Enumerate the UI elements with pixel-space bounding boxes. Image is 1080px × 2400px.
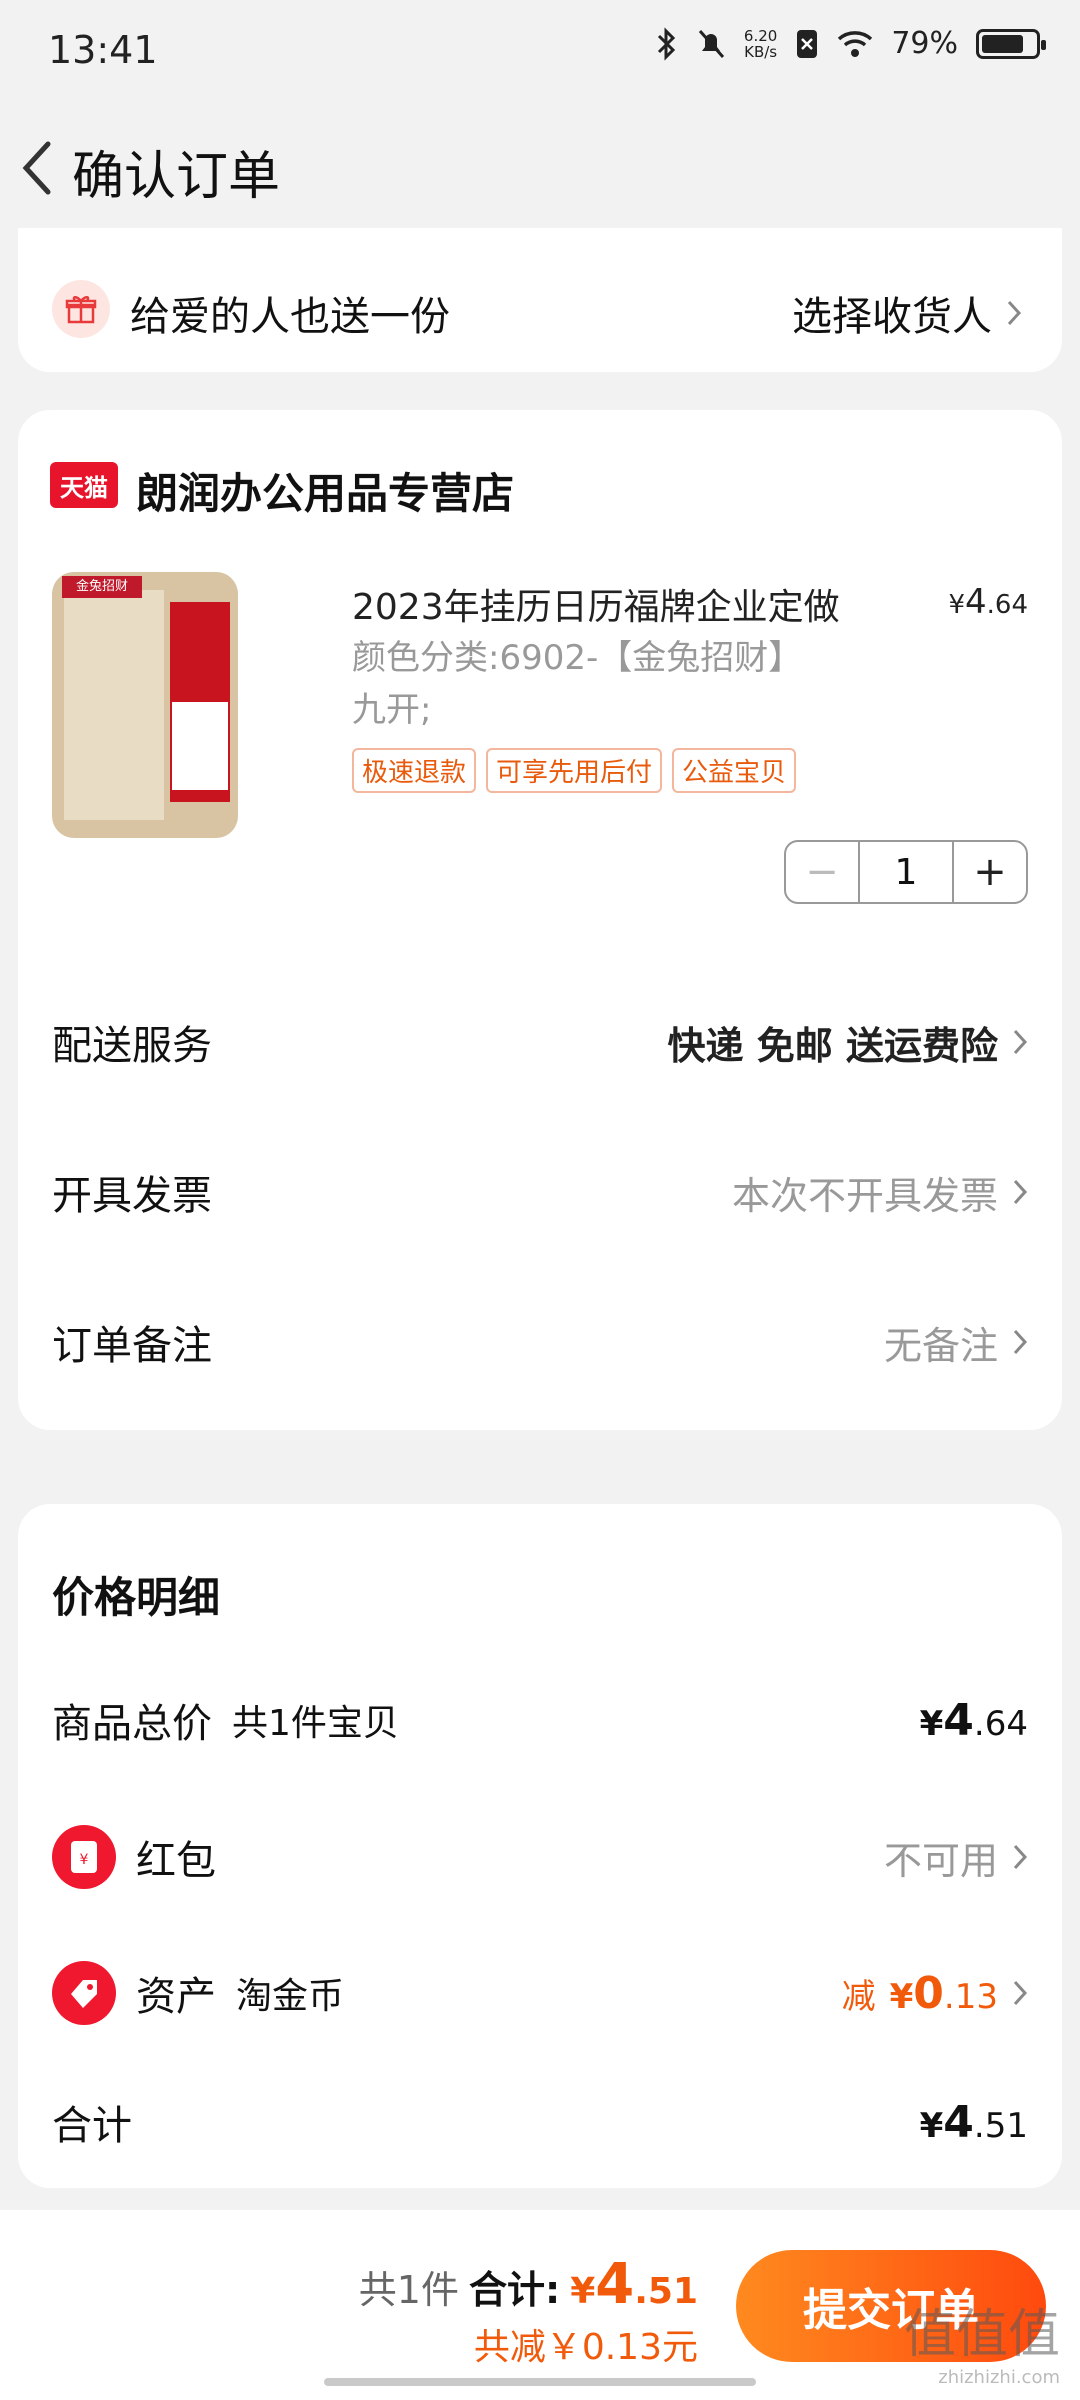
store-card: 天猫 朗润办公用品专营店 金兔招财 2023年挂历日历福牌企业定做 ¥4.64 …: [18, 410, 1062, 1430]
goods-total-label: 商品总价: [52, 1701, 212, 1747]
order-note-value: 无备注: [884, 1315, 1028, 1370]
red-packet-value: 不可用: [884, 1830, 1028, 1885]
total-label: 合计:: [468, 2268, 561, 2312]
product-image-tag: 金兔招财: [62, 576, 142, 598]
gift-icon: [52, 280, 110, 338]
checkout-total: ¥4.51: [570, 2252, 698, 2317]
assets-label: 资产: [136, 1974, 216, 2020]
wifi-icon: [838, 30, 873, 57]
status-bar: 13:41 6.20 KB/s 79%: [0, 0, 1080, 100]
invoice-row[interactable]: 开具发票 本次不开具发票: [52, 1162, 1028, 1222]
checkout-bar: 共1件 合计: ¥4.51 共减￥0.13元 提交订单 值值值 zhizhizh…: [0, 2210, 1080, 2400]
watermark: 值值值 zhizhizhi.com: [903, 2305, 1060, 2388]
mute-bell-icon: [698, 29, 725, 58]
invoice-value: 本次不开具发票: [732, 1165, 1028, 1220]
gift-card[interactable]: 给爱的人也送一份 选择收货人: [18, 228, 1062, 372]
product-spec-line: 九开;: [352, 690, 432, 730]
goods-total-value: ¥4.64: [919, 1694, 1028, 1746]
battery-level: [982, 34, 1023, 53]
price-detail-title: 价格明细: [52, 1573, 221, 1622]
product-tags: 极速退款 可享先用后付 公益宝贝: [352, 748, 797, 793]
order-note-label: 订单备注: [52, 1323, 212, 1369]
checkout-summary: 共1件 合计: ¥4.51: [359, 2252, 698, 2317]
product-price: ¥4.64: [948, 582, 1028, 622]
gift-text: 给爱的人也送一份: [130, 294, 450, 340]
item-count: 共1件: [358, 2268, 459, 2312]
select-recipient-button[interactable]: 选择收货人: [792, 284, 1022, 342]
chevron-right-icon: [1007, 300, 1022, 326]
status-icons: 6.20 KB/s 79%: [656, 26, 1046, 61]
assets-row[interactable]: 资产 淘金币 减 ¥0.13: [52, 1958, 1028, 2028]
select-recipient-label: 选择收货人: [792, 294, 992, 340]
page-title: 确认订单: [72, 147, 281, 207]
bluetooth-icon: [657, 26, 676, 61]
product-image-calendar-grid: [172, 702, 228, 790]
goods-count: 共1件宝贝: [232, 1703, 399, 1744]
total-label: 合计: [52, 2103, 132, 2149]
red-packet-label: 红包: [136, 1838, 216, 1884]
battery-icon: [976, 28, 1046, 59]
product-image[interactable]: 金兔招财: [52, 572, 238, 838]
product-title[interactable]: 2023年挂历日历福牌企业定做: [352, 578, 840, 630]
quantity-stepper: − 1 +: [784, 840, 1028, 904]
product-spec[interactable]: 颜色分类:6902-【金兔招财】 九开;: [352, 632, 912, 736]
invoice-label: 开具发票: [52, 1173, 212, 1219]
battery-percent: 79%: [891, 26, 958, 61]
price-detail-card: 价格明细 商品总价 共1件宝贝 ¥4.64 ¥ 红包 不可用 资产 淘金币 减 …: [18, 1504, 1062, 2188]
goods-total-row: 商品总价 共1件宝贝 ¥4.64: [52, 1690, 1028, 1750]
delivery-row[interactable]: 配送服务 快递 免邮 送运费险: [52, 1012, 1028, 1072]
assets-value: 减 ¥0.13: [842, 1968, 1028, 2019]
red-packet-row[interactable]: ¥ 红包 不可用: [52, 1822, 1028, 1892]
discount-summary: 共减￥0.13元: [473, 2327, 698, 2368]
chevron-right-icon: [1013, 1029, 1028, 1055]
chevron-right-icon: [1013, 1980, 1028, 2006]
tag-charity: 公益宝贝: [672, 748, 797, 793]
no-sim-icon: [797, 29, 818, 58]
quantity-value[interactable]: 1: [860, 842, 952, 902]
back-arrow-icon[interactable]: [18, 138, 58, 198]
svg-text:¥: ¥: [80, 1852, 89, 1868]
tmall-logo: 天猫: [50, 462, 118, 508]
tag-fast-refund: 极速退款: [352, 748, 477, 793]
order-note-row[interactable]: 订单备注 无备注: [52, 1312, 1028, 1372]
total-value: ¥4.51: [919, 2096, 1028, 2148]
increase-button[interactable]: +: [952, 842, 1026, 902]
home-indicator[interactable]: [324, 2378, 756, 2386]
assets-sub: 淘金币: [236, 1976, 345, 2017]
decrease-button[interactable]: −: [786, 842, 860, 902]
coupon-tag-icon: [52, 1961, 116, 2025]
chevron-right-icon: [1013, 1329, 1028, 1355]
net-speed: 6.20 KB/s: [743, 26, 778, 61]
product-image-panel: [64, 590, 164, 820]
store-name[interactable]: 朗润办公用品专营店: [136, 460, 514, 521]
delivery-value: 快递 免邮 送运费险: [668, 1015, 1028, 1070]
chevron-right-icon: [1013, 1179, 1028, 1205]
header: 确认订单: [0, 110, 1080, 220]
product-spec-line: 颜色分类:6902-【金兔招财】: [352, 638, 803, 678]
delivery-label: 配送服务: [52, 1023, 212, 1069]
red-packet-icon: ¥: [52, 1825, 116, 1889]
tag-pay-later: 可享先用后付: [486, 748, 663, 793]
total-row: 合计 ¥4.51: [52, 2092, 1028, 2152]
chevron-right-icon: [1013, 1844, 1028, 1870]
status-time: 13:41: [48, 28, 158, 72]
